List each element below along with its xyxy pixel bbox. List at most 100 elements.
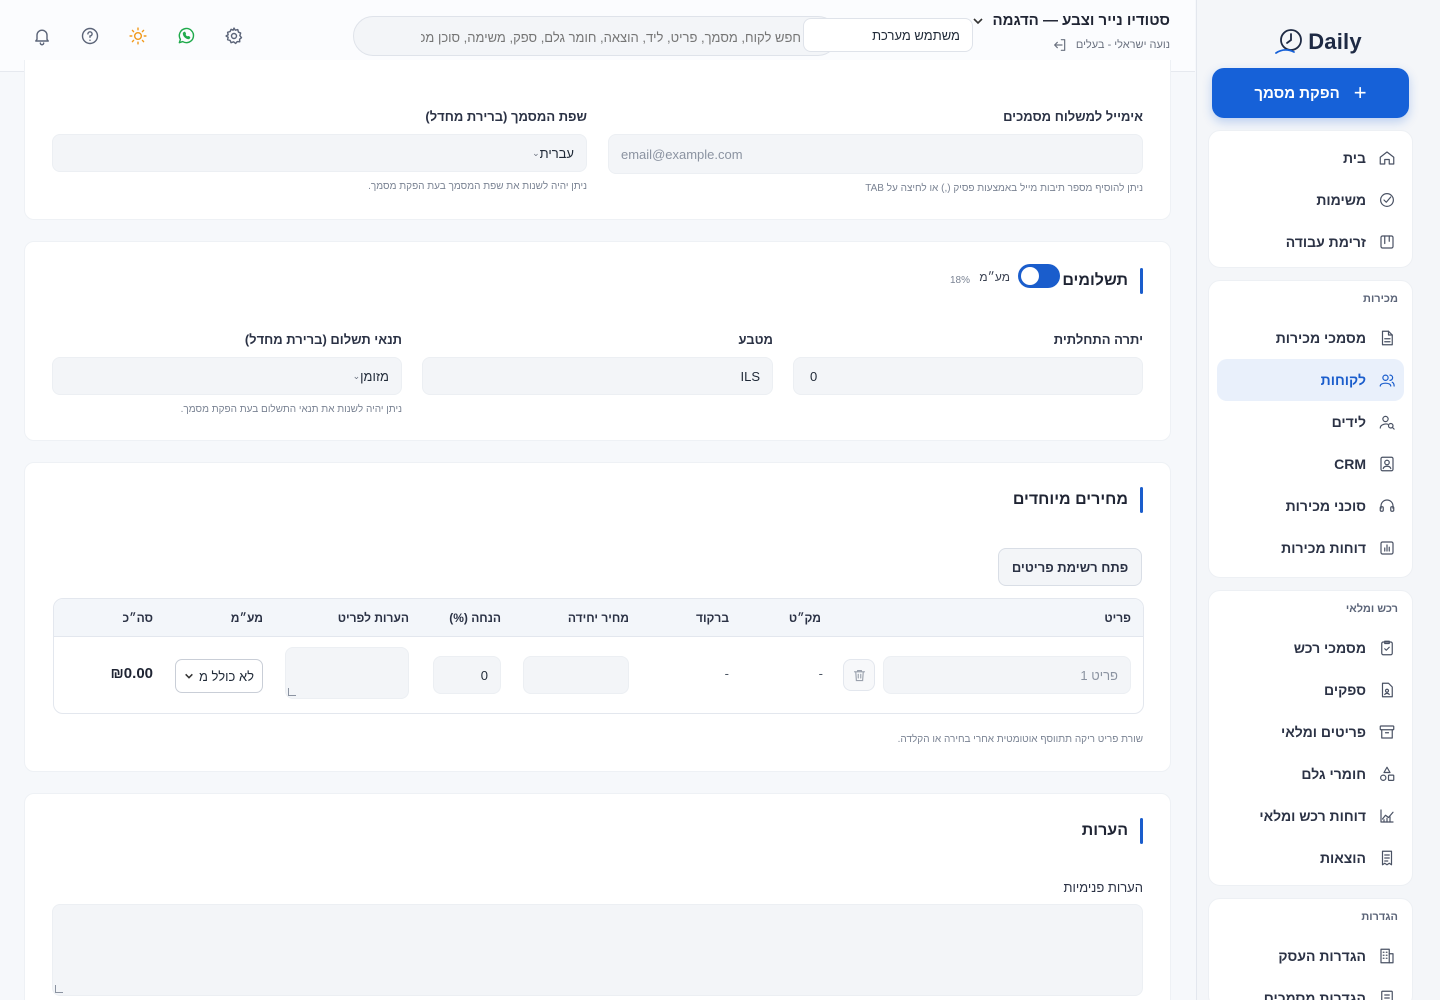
system-user-selector[interactable]: משתמש מערכת — [803, 18, 973, 52]
sidebar-settings-group: הגדרות הגדרות העסק הגדרות מסמכים — [1208, 898, 1413, 1000]
sidebar-item-label: משימות — [1316, 192, 1366, 208]
chevron-down-icon: ⌄ — [352, 370, 361, 381]
resize-handle[interactable] — [55, 985, 63, 993]
sidebar-item-sales-agents[interactable]: סוכני מכירות — [1209, 485, 1412, 527]
document-language-select[interactable]: עברית ⌄ — [52, 134, 587, 172]
email-label: אימייל למשלוח מסמכים — [1003, 109, 1143, 124]
theme-toggle-button[interactable] — [126, 24, 150, 48]
payment-terms-value: מזומן — [360, 368, 389, 384]
logo-clock-icon — [1275, 29, 1303, 54]
discount-value: 0 — [480, 667, 488, 683]
open-items-list-button[interactable]: פתח רשימת פריטים — [998, 548, 1142, 586]
column-header-sku: מק״ט — [788, 611, 821, 625]
kanban-icon — [1380, 235, 1394, 249]
sidebar-item-label: פריטים ומלאי — [1281, 724, 1366, 740]
vat-toggle[interactable] — [1018, 264, 1060, 288]
payments-card: תשלומים מע״מ 18% יתרה התחלתית 0 מטבע ILS… — [24, 241, 1171, 441]
item-notes-textarea[interactable] — [285, 647, 409, 699]
sidebar-item-leads[interactable]: לידים — [1209, 401, 1412, 443]
sidebar-item-suppliers[interactable]: ספקים — [1209, 669, 1412, 711]
app-logo[interactable]: Daily — [1196, 24, 1440, 60]
sidebar-item-business-settings[interactable]: הגדרות העסק — [1209, 935, 1412, 977]
search-input[interactable] — [421, 17, 801, 57]
email-hint: ניתן להוסיף מספר תיבות מייל באמצעות פסיק… — [865, 183, 1143, 194]
trash-icon — [853, 669, 865, 681]
sidebar-item-label: הוצאות — [1319, 850, 1366, 866]
sidebar-item-expenses[interactable]: הוצאות — [1209, 837, 1412, 879]
discount-input[interactable]: 0 — [433, 656, 501, 694]
building-icon — [1380, 948, 1394, 964]
sidebar-group-title: רכש ומלאי — [1345, 603, 1398, 615]
doc-settings-icon — [1381, 990, 1393, 1000]
gear-icon — [225, 27, 243, 45]
business-switcher[interactable]: סטודיו נייר וצבע — הדגמה — [972, 12, 1170, 29]
toggle-knob — [1021, 267, 1039, 285]
payment-terms-select[interactable]: מזומן ⌄ — [52, 357, 402, 395]
sidebar-item-customers[interactable]: לקוחות — [1217, 359, 1404, 401]
sidebar-item-label: דוחות מכירות — [1281, 540, 1366, 556]
sidebar-item-purchase-documents[interactable]: מסמכי רכש — [1209, 627, 1412, 669]
column-header-item: פריט — [1104, 611, 1131, 625]
sidebar-item-label: בית — [1343, 150, 1366, 166]
column-header-vat: מע״מ — [230, 611, 263, 625]
supplier-doc-icon — [1381, 682, 1393, 698]
help-icon — [81, 27, 99, 45]
sidebar-item-tasks[interactable]: משימות — [1209, 179, 1412, 221]
create-document-button[interactable]: + הפקת מסמך — [1212, 68, 1409, 118]
email-field[interactable]: email@example.com — [608, 134, 1143, 174]
resize-handle[interactable] — [288, 688, 296, 696]
special-prices-title-text: מחירים מיוחדים — [1012, 491, 1128, 508]
sidebar-item-home[interactable]: בית — [1209, 137, 1412, 179]
sidebar-item-purchase-reports[interactable]: דוחות רכש ומלאי — [1209, 795, 1412, 837]
sidebar-item-document-settings[interactable]: הגדרות מסמכים — [1209, 977, 1412, 1000]
settings-button[interactable] — [222, 24, 246, 48]
check-circle-icon — [1380, 193, 1394, 207]
internal-notes-textarea[interactable] — [52, 904, 1143, 996]
sidebar-main-group: בית משימות זרימת עבודה — [1208, 130, 1413, 268]
sidebar-item-raw-materials[interactable]: חומרי גלם — [1209, 753, 1412, 795]
item-input[interactable]: פריט 1 — [883, 656, 1131, 694]
sidebar-item-crm[interactable]: CRM — [1209, 443, 1412, 485]
column-header-barcode: ברקוד — [695, 611, 729, 625]
sidebar-item-sales-documents[interactable]: מסמכי מכירות — [1209, 317, 1412, 359]
document-language-hint: ניתן יהיה לשנות את שפת המסמך בעת הפקת מס… — [368, 181, 587, 192]
help-button[interactable] — [78, 24, 102, 48]
section-accent-bar — [1140, 818, 1143, 844]
sidebar-item-sales-reports[interactable]: דוחות מכירות — [1209, 527, 1412, 569]
sidebar-item-workflow[interactable]: זרימת עבודה — [1209, 221, 1412, 263]
sidebar-item-label: זרימת עבודה — [1285, 234, 1366, 250]
notes-card: הערות הערות פנימיות — [24, 793, 1171, 1000]
section-accent-bar — [1140, 487, 1143, 513]
unit-price-input[interactable] — [523, 656, 629, 694]
column-header-total: סה״כ — [122, 611, 154, 625]
currency-field[interactable]: ILS — [422, 357, 773, 395]
shapes-icon — [1380, 766, 1395, 781]
sidebar-item-label: לידים — [1331, 414, 1366, 430]
logout-icon[interactable] — [1052, 37, 1068, 53]
notifications-button[interactable] — [30, 24, 54, 48]
user-search-icon — [1379, 415, 1395, 430]
delete-row-button[interactable] — [843, 659, 875, 691]
sun-icon — [129, 27, 147, 45]
bar-chart-icon — [1380, 541, 1394, 555]
document-icon — [1381, 330, 1393, 346]
currency-label: מטבע — [738, 332, 773, 347]
sidebar-item-inventory[interactable]: פריטים ומלאי — [1209, 711, 1412, 753]
contact-settings-card: אימייל למשלוח מסמכים email@example.com נ… — [24, 60, 1171, 220]
vat-option-value: לא כולל מ — [198, 668, 254, 684]
whatsapp-button[interactable] — [174, 24, 198, 48]
column-header-item-notes: הערות לפריט — [337, 611, 409, 625]
receipt-icon — [1381, 850, 1393, 866]
home-icon — [1379, 151, 1395, 165]
headset-icon — [1379, 499, 1395, 512]
opening-balance-field[interactable]: 0 — [793, 357, 1143, 395]
users-icon — [1379, 374, 1395, 387]
vat-option-select[interactable]: לא כולל מ — [175, 659, 263, 693]
sidebar-item-label: ספקים — [1324, 682, 1366, 698]
special-prices-table: פריט מק״ט ברקוד מחיר יחידה הנחה (%) הערו… — [53, 598, 1144, 714]
sidebar-sales-group: מכירות מסמכי מכירות לקוחות לידים CRM סוכ… — [1208, 280, 1413, 578]
archive-icon — [1379, 725, 1395, 739]
global-search[interactable] — [353, 16, 838, 57]
sidebar-item-label: סוכני מכירות — [1285, 498, 1366, 514]
table-header: פריט מק״ט ברקוד מחיר יחידה הנחה (%) הערו… — [54, 599, 1143, 637]
